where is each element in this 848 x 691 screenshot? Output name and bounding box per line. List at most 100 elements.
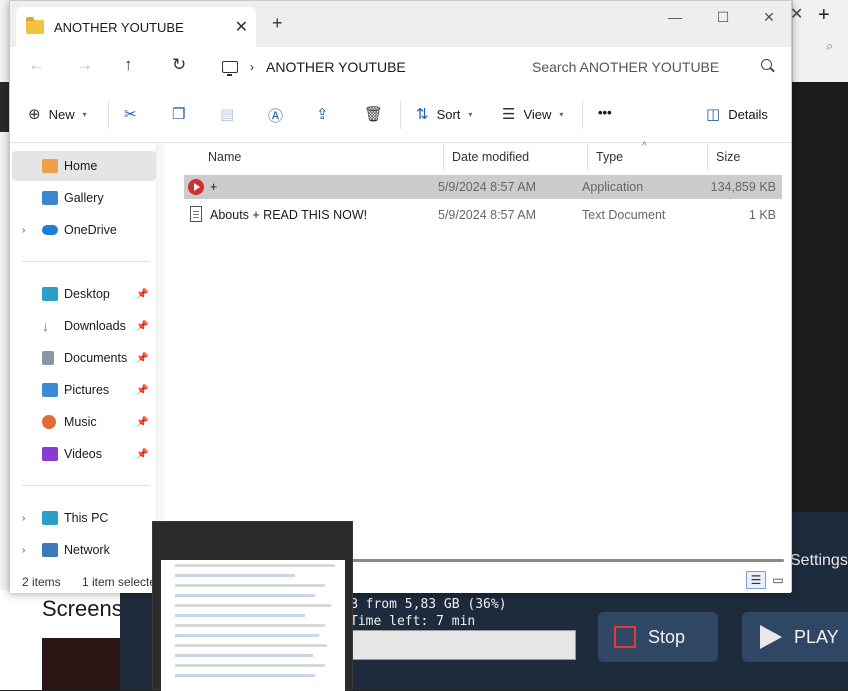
sidebar-item-documents[interactable]: Documents 📌 (12, 343, 156, 373)
chevron-right-icon[interactable]: › (22, 545, 25, 556)
background-search-icon[interactable]: ⌕ (826, 38, 833, 54)
file-size: 134,859 KB (710, 180, 776, 194)
file-date: 5/9/2024 8:57 AM (438, 208, 536, 222)
chevron-right-icon[interactable]: › (22, 513, 25, 524)
background-tab-close-icon[interactable]: ✕ (790, 4, 803, 24)
column-header-name[interactable]: Name (200, 143, 444, 171)
sidebar-item-home[interactable]: Home (12, 151, 156, 181)
pin-icon[interactable]: 📌 (136, 353, 148, 364)
column-header-date[interactable]: Date modified (444, 143, 588, 171)
sidebar-item-desktop[interactable]: Desktop 📌 (12, 279, 156, 309)
copy-button[interactable]: ❐ (172, 105, 185, 123)
chevron-right-icon: › (250, 60, 254, 74)
details-view-icon[interactable]: ☰ (746, 571, 766, 589)
search-icon (761, 59, 772, 70)
trash-icon: 🗑 (364, 106, 384, 123)
up-arrow-icon[interactable]: ↑ (124, 55, 133, 75)
network-icon (42, 543, 58, 557)
item-count: 2 items (22, 575, 61, 589)
file-type: Application (582, 180, 644, 194)
sidebar-item-label: Music (64, 415, 97, 429)
nav-divider (22, 261, 150, 262)
sort-button[interactable]: ⇅ Sort ▾ (416, 105, 472, 123)
refresh-icon[interactable]: ↻ (172, 55, 186, 75)
close-window-icon[interactable]: ✕ (746, 9, 792, 26)
paste-button[interactable]: ▤ (220, 105, 234, 123)
breadcrumb[interactable]: › ANOTHER YOUTUBE (214, 51, 516, 83)
sidebar-item-label: Documents (64, 351, 128, 365)
share-button[interactable]: ⇪ (316, 105, 329, 123)
toolbar-divider (108, 101, 109, 129)
sidebar-item-network[interactable]: › Network (12, 535, 156, 565)
rename-button[interactable]: Ⓐ (268, 105, 283, 126)
new-tab-icon[interactable]: + (272, 13, 283, 34)
delete-button[interactable]: 🗑 (364, 105, 383, 123)
installer-settings-label[interactable]: Settings (790, 552, 848, 570)
file-date: 5/9/2024 8:57 AM (438, 180, 536, 194)
pin-icon[interactable]: 📌 (136, 321, 148, 332)
nav-divider (22, 485, 150, 486)
breadcrumb-segment[interactable]: ANOTHER YOUTUBE (266, 59, 406, 75)
maximize-icon[interactable]: ☐ (700, 9, 746, 26)
tab-another-youtube[interactable]: ANOTHER YOUTUBE ✕ (16, 7, 256, 47)
preview-line (175, 614, 305, 617)
minimize-icon[interactable]: — (652, 9, 698, 25)
documents-icon (42, 351, 54, 365)
tab-title: ANOTHER YOUTUBE (54, 19, 184, 35)
file-row[interactable]: Abouts + READ THIS NOW! 5/9/2024 8:57 AM… (184, 203, 782, 227)
stop-button[interactable]: Stop (598, 612, 718, 662)
gallery-icon (42, 191, 58, 205)
sidebar-item-this-pc[interactable]: › This PC (12, 503, 156, 533)
sidebar-item-gallery[interactable]: Gallery (12, 183, 156, 213)
pin-icon[interactable]: 📌 (136, 289, 148, 300)
search-input[interactable]: Search ANOTHER YOUTUBE (522, 51, 782, 83)
play-button[interactable]: PLAY (742, 612, 848, 662)
toolbar-divider (400, 101, 401, 129)
pin-icon[interactable]: 📌 (136, 449, 148, 460)
file-explorer-window: ANOTHER YOUTUBE ✕ + — ☐ ✕ ← → ↑ ↻ › ANOT… (9, 0, 792, 593)
background-video-area (792, 82, 848, 512)
share-icon: ⇪ (316, 106, 329, 123)
column-header-type[interactable]: Type (588, 143, 708, 171)
stop-icon (614, 626, 636, 648)
sidebar-item-music[interactable]: Music 📌 (12, 407, 156, 437)
preview-image (161, 560, 345, 691)
details-pane-button[interactable]: ◫ Details (706, 105, 768, 123)
more-options-icon[interactable]: ••• (598, 105, 612, 120)
back-arrow-icon[interactable]: ← (28, 55, 45, 75)
pin-icon[interactable]: 📌 (136, 417, 148, 428)
cut-button[interactable]: ✂ (124, 105, 137, 123)
details-pane-icon: ◫ (706, 106, 721, 123)
preview-line (175, 594, 315, 597)
taskbar-window-preview[interactable] (152, 521, 353, 691)
installer-progress-text: B from 5,83 GB (36%) Time left: 7 min (350, 596, 507, 630)
pictures-icon (42, 383, 58, 397)
preview-line (175, 624, 325, 627)
new-button[interactable]: ⊕ New ▾ (28, 105, 87, 123)
file-row[interactable]: + 5/9/2024 8:57 AM Application 134,859 K… (184, 175, 782, 199)
chevron-down-icon: ▾ (559, 109, 564, 119)
this-pc-icon (42, 511, 58, 525)
sidebar-item-label: Videos (64, 447, 102, 461)
play-button-label: PLAY (794, 626, 839, 647)
nav-scrollbar[interactable] (156, 143, 164, 567)
background-new-tab-icon[interactable]: + (818, 4, 830, 27)
view-button[interactable]: ☰ View ▾ (502, 105, 563, 123)
sidebar-item-pictures[interactable]: Pictures 📌 (12, 375, 156, 405)
pin-icon[interactable]: 📌 (136, 385, 148, 396)
desktop-icon (42, 287, 58, 301)
sidebar-item-onedrive[interactable]: › OneDrive (12, 215, 156, 245)
sidebar-item-label: Gallery (64, 191, 104, 205)
forward-arrow-icon[interactable]: → (76, 55, 93, 75)
tab-close-icon[interactable]: ✕ (235, 17, 248, 37)
videos-icon (42, 447, 58, 461)
view-list-icon: ☰ (502, 106, 516, 123)
tiles-view-icon[interactable]: ▭ (768, 571, 788, 589)
column-header-size[interactable]: Size (708, 143, 790, 171)
sidebar-item-videos[interactable]: Videos 📌 (12, 439, 156, 469)
play-icon (760, 625, 782, 649)
command-bar: ⊕ New ▾ ✂ ❐ ▤ Ⓐ ⇪ 🗑 ⇅ Sort ▾ ☰ View ▾ ••… (10, 87, 791, 143)
sidebar-item-downloads[interactable]: ↓ Downloads 📌 (12, 311, 156, 341)
chevron-right-icon[interactable]: › (22, 225, 25, 236)
plus-circle-icon: ⊕ (28, 106, 41, 123)
